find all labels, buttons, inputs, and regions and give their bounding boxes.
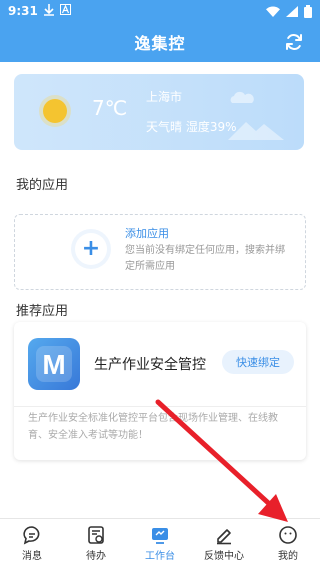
nav-item-profile[interactable]: 我的 (256, 519, 320, 568)
my-apps-title: 我的应用 (16, 178, 69, 193)
refresh-icon (286, 34, 302, 50)
profile-icon (279, 526, 297, 544)
empty-apps-hint: 您当前没有绑定任何应用，搜索并绑定所需应用 (125, 245, 285, 272)
weather-city: 上海市 (146, 90, 183, 104)
m-logo-icon: M (36, 346, 72, 382)
nav-label: 待办 (86, 551, 106, 562)
nav-item-feedback[interactable]: 反馈中心 (192, 519, 256, 568)
page-title: 逸集控 (134, 34, 186, 53)
battery-icon (304, 4, 312, 18)
nav-item-workbench[interactable]: 工作台 (128, 519, 192, 568)
status-bar: 9:31 (0, 0, 320, 22)
signal-icon (286, 5, 298, 17)
message-icon (23, 526, 40, 545)
refresh-button[interactable] (282, 30, 306, 54)
plus-icon: + (75, 233, 107, 265)
recommended-title: 推荐应用 (16, 304, 69, 319)
cloud-icon (230, 91, 254, 103)
nav-label: 消息 (22, 551, 42, 562)
todo-icon (88, 526, 104, 544)
quick-bind-button[interactable]: 快速绑定 (222, 350, 294, 374)
a-icon (59, 4, 71, 18)
workbench-icon (152, 528, 168, 544)
nav-label: 工作台 (145, 551, 175, 562)
divider (14, 406, 306, 407)
sun-icon (39, 95, 71, 127)
mountain-icon (228, 122, 284, 140)
add-app-link[interactable]: 添加应用 (125, 225, 169, 241)
app-bar: 逸集控 (0, 22, 320, 62)
nav-label: 反馈中心 (204, 551, 244, 562)
nav-label: 我的 (278, 551, 298, 562)
app-name: 生产作业安全管控 (94, 357, 206, 373)
add-app-button[interactable]: + (71, 229, 111, 269)
download-icon (43, 3, 54, 19)
weather-card: 7℃ 上海市 天气晴 湿度39% (14, 74, 304, 150)
empty-apps-box[interactable]: + 添加应用 您当前没有绑定任何应用，搜索并绑定所需应用 (14, 214, 306, 290)
nav-item-todo[interactable]: 待办 (64, 519, 128, 568)
temperature: 7℃ (92, 96, 128, 120)
feedback-icon (217, 529, 231, 545)
weather-description: 天气晴 湿度39% (146, 120, 237, 134)
bottom-nav: 消息 待办 工作台 反馈中心 我的 (0, 518, 320, 568)
recommended-app-card[interactable]: M 生产作业安全管控 快速绑定 生产作业安全标准化管控平台包含现场作业管理、在线… (14, 322, 306, 460)
app-logo: M (28, 338, 80, 390)
status-time: 9:31 (8, 4, 38, 18)
svg-text:M: M (42, 349, 65, 380)
wifi-icon (266, 6, 280, 17)
app-description: 生产作业安全标准化管控平台包含现场作业管理、在线教育、安全准入考试等功能！ (28, 413, 278, 441)
nav-item-messages[interactable]: 消息 (0, 519, 64, 568)
